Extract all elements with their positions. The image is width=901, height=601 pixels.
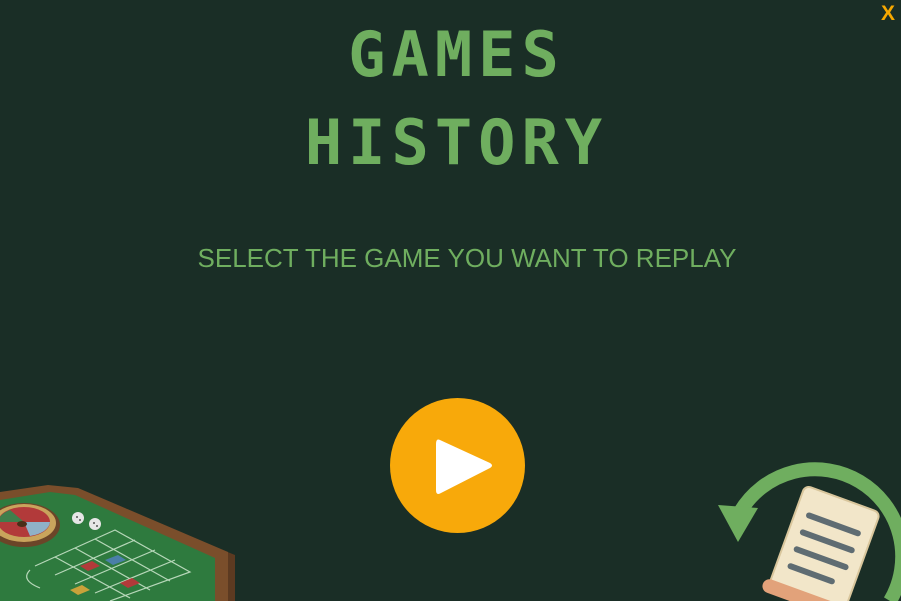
page-subtitle: SELECT THE GAME YOU WANT TO REPLAY (197, 243, 737, 273)
page-title-line-2: HISTORY (304, 106, 609, 179)
replay-history-illustration (718, 462, 901, 601)
roulette-table-illustration (0, 485, 235, 601)
page-title-line-1: GAMES (348, 18, 565, 91)
play-button[interactable] (390, 398, 525, 533)
play-icon (436, 439, 492, 494)
